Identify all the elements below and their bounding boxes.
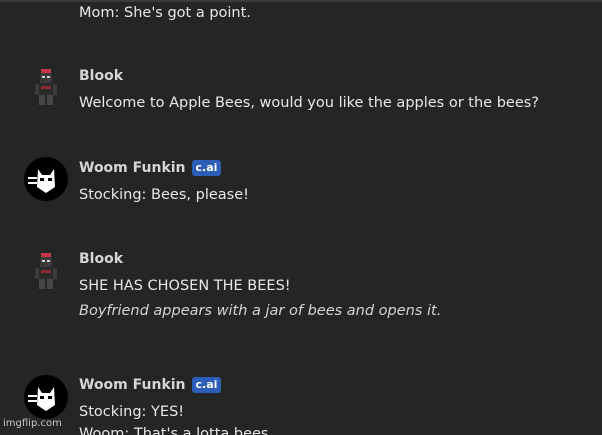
- author-name[interactable]: Blook: [79, 67, 123, 85]
- imgflip-watermark: imgflip.com: [3, 418, 62, 429]
- author-name[interactable]: Blook: [79, 250, 123, 268]
- message-header: Blook: [79, 250, 123, 268]
- message-text: Woom: That's a lotta bees.: [79, 426, 274, 435]
- roblox-character-avatar[interactable]: [24, 66, 68, 110]
- divider: [0, 0, 602, 2]
- message-text: Stocking: Bees, please!: [79, 187, 249, 203]
- message-text: Mom: She's got a point.: [79, 5, 251, 21]
- author-name[interactable]: Woom Funkin: [79, 376, 186, 394]
- message-text: SHE HAS CHOSEN THE BEES!: [79, 278, 291, 294]
- roblox-character-avatar[interactable]: [24, 250, 68, 294]
- white-cat-face-avatar[interactable]: [24, 375, 68, 419]
- message-text: Stocking: YES!: [79, 404, 185, 420]
- message-header: Woom Funkin c.ai: [79, 376, 222, 394]
- cai-badge: c.ai: [191, 377, 222, 393]
- message-header: Woom Funkin c.ai: [79, 159, 222, 177]
- message-header: Blook: [79, 67, 123, 85]
- message-action-text: Boyfriend appears with a jar of bees and…: [79, 303, 442, 319]
- chat-log: Mom: She's got a point. Blook Welcome to…: [0, 0, 602, 435]
- author-name[interactable]: Woom Funkin: [79, 159, 186, 177]
- message-text: Welcome to Apple Bees, would you like th…: [79, 95, 539, 111]
- white-cat-face-avatar[interactable]: [24, 157, 68, 201]
- cai-badge: c.ai: [191, 160, 222, 176]
